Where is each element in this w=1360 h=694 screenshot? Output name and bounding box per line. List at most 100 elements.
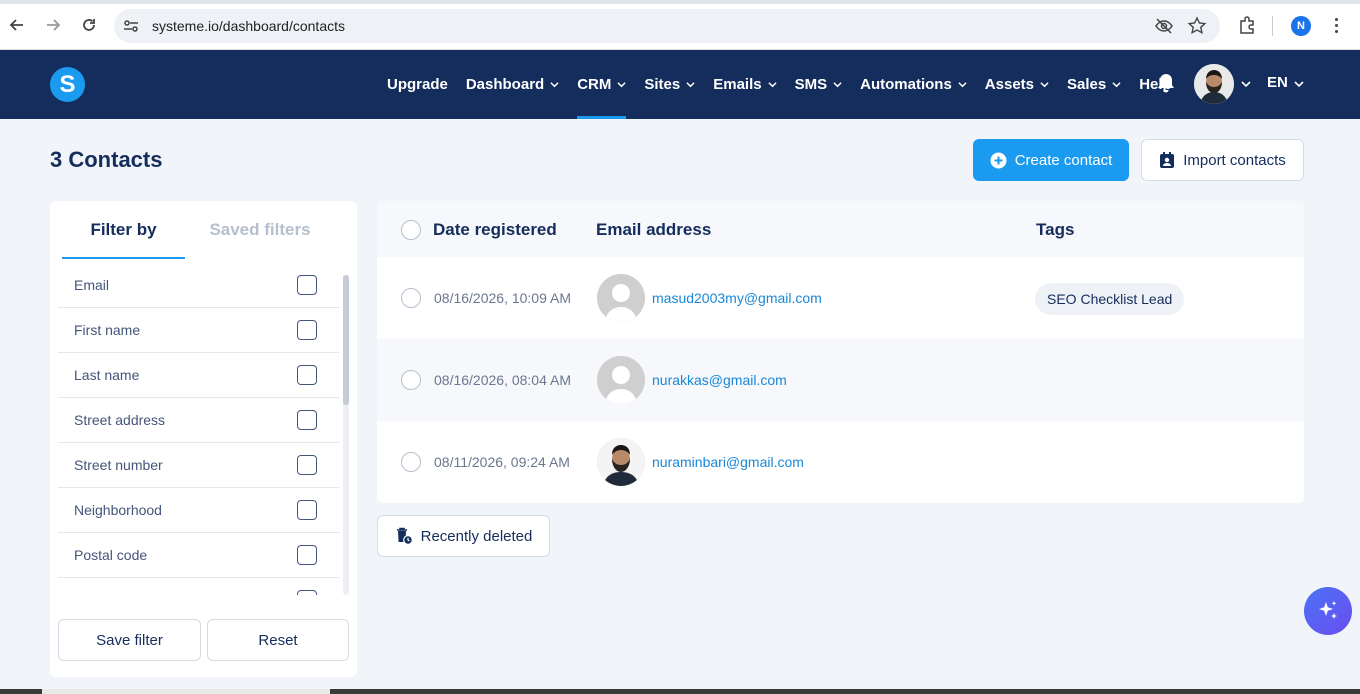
language-selector[interactable]: EN [1267,74,1288,91]
bookmark-star-icon[interactable] [1187,16,1207,36]
import-contacts-button[interactable]: Import contacts [1141,139,1304,181]
email-link[interactable]: nurakkas@gmail.com [652,372,787,388]
filter-field-checkbox[interactable] [297,320,317,340]
filter-field-checkbox[interactable] [297,275,317,295]
filter-field-row[interactable] [58,578,339,595]
back-icon[interactable] [6,14,28,36]
filter-field-checkbox[interactable] [297,500,317,520]
chevron-down-icon [1040,82,1049,88]
table-row[interactable]: 08/16/2026, 10:09 AM masud2003my@gmail.co… [377,257,1304,339]
forward-icon[interactable] [42,14,64,36]
address-bar[interactable]: systeme.io/dashboard/contacts [114,9,1220,43]
filter-field-checkbox[interactable] [297,545,317,565]
nav-item-sales[interactable]: Sales [1067,50,1121,119]
filter-field-row[interactable]: Last name [58,353,339,398]
filter-field-label: First name [74,322,141,338]
sparkles-icon [1319,601,1337,619]
contact-card-icon [1160,151,1175,168]
nav-item-upgrade[interactable]: Upgrade [387,50,448,119]
chevron-down-icon [617,82,626,88]
filter-tabs: Filter by Saved filters [62,201,345,259]
contact-avatar [597,438,645,486]
url-text[interactable]: systeme.io/dashboard/contacts [152,18,345,34]
row-select-radio[interactable] [401,288,421,308]
app-header: S Upgrade Dashboard CRM Sites Emails SMS Autom… [0,50,1360,119]
recently-deleted-label: Recently deleted [420,527,533,545]
header-date-registered[interactable]: Date registered [433,220,557,240]
nav-item-assets[interactable]: Assets [985,50,1049,119]
filter-field-row[interactable]: First name [58,308,339,353]
nav-item-dashboard[interactable]: Dashboard [466,50,559,119]
main-nav: Upgrade Dashboard CRM Sites Emails SMS Automat… [387,50,1190,119]
email-link[interactable]: masud2003my@gmail.com [652,290,822,306]
nav-item-label: Sites [644,76,681,93]
nav-item-label: Automations [860,76,952,93]
tab-saved-filters[interactable]: Saved filters [185,201,335,259]
filter-field-row[interactable]: Postal code [58,533,339,578]
trash-clock-icon [396,527,413,545]
nav-item-sites[interactable]: Sites [644,50,695,119]
filter-field-row[interactable]: Neighborhood [58,488,339,533]
filter-field-checkbox[interactable] [297,455,317,475]
create-contact-button[interactable]: Create contact [973,139,1129,181]
scrollbar-thumb[interactable] [343,275,349,405]
reset-button[interactable]: Reset [207,619,349,661]
nav-item-crm[interactable]: CRM [577,50,627,119]
nav-item-emails[interactable]: Emails [713,50,777,119]
tab-strip [0,0,1360,4]
email-link[interactable]: nuraminbari@gmail.com [652,454,804,470]
reload-icon[interactable] [78,14,100,36]
filter-field-checkbox[interactable] [297,410,317,430]
import-contacts-label: Import contacts [1183,151,1286,169]
tab-filter-by[interactable]: Filter by [62,201,185,259]
contacts-table: Date registered Email address Tags 08/16… [377,201,1304,503]
nav-item-sms[interactable]: SMS [795,50,843,119]
date-registered-cell: 08/16/2026, 08:04 AM [434,372,571,388]
table-row[interactable]: 08/16/2026, 08:04 AM nurakkas@gmail.com [377,339,1304,421]
nav-item-label: CRM [577,76,612,93]
browser-toolbar: systeme.io/dashboard/contacts N [0,0,1360,50]
table-header: Date registered Email address Tags [377,201,1304,257]
filter-field-checkbox[interactable] [297,365,317,385]
contact-avatar [597,356,645,404]
filter-field-list: Email First name Last name Street address St… [58,263,339,595]
row-select-radio[interactable] [401,370,421,390]
filter-field-row[interactable]: Street number [58,443,339,488]
chevron-down-icon [1112,82,1121,88]
site-settings-icon[interactable] [122,17,140,35]
filter-field-checkbox[interactable] [297,590,317,595]
systeme-logo[interactable]: S [50,67,85,102]
date-registered-cell: 08/11/2026, 09:24 AM [434,454,570,470]
os-taskbar [0,689,1360,694]
select-all-radio[interactable] [401,220,421,240]
save-filter-button[interactable]: Save filter [58,619,201,661]
header-email-address[interactable]: Email address [596,220,711,240]
ai-assistant-button[interactable] [1304,587,1352,635]
toolbar-divider [1272,16,1273,36]
nav-item-label: Dashboard [465,76,545,93]
filter-field-label: Street number [74,457,163,473]
bell-icon[interactable] [1156,72,1176,94]
eye-off-icon[interactable] [1154,16,1174,36]
nav-item-label: Upgrade [387,76,448,93]
filter-field-row[interactable]: Street address [58,398,339,443]
filter-field-label: Postal code [74,547,148,563]
chevron-down-icon[interactable] [1241,79,1251,89]
recently-deleted-button[interactable]: Recently deleted [377,515,550,557]
table-row[interactable]: 08/11/2026, 09:24 AM nuraminbari@gmail.co… [377,421,1304,503]
browser-profile-avatar[interactable]: N [1291,16,1311,36]
user-avatar[interactable] [1194,64,1234,104]
nav-item-automations[interactable]: Automations [860,50,967,119]
filter-scrollbar[interactable] [343,275,349,595]
chevron-down-icon[interactable] [1294,79,1304,89]
chevron-down-icon [833,82,842,88]
contact-avatar [597,274,645,322]
nav-item-label: Assets [984,76,1034,93]
row-select-radio[interactable] [401,452,421,472]
filter-field-row[interactable]: Email [58,263,339,308]
nav-item-label: SMS [794,76,828,93]
browser-menu-icon[interactable] [1328,15,1344,35]
filter-field-label: Neighborhood [74,502,162,518]
tag-badge[interactable]: SEO Checklist Lead [1035,283,1185,315]
extensions-icon[interactable] [1237,15,1257,35]
